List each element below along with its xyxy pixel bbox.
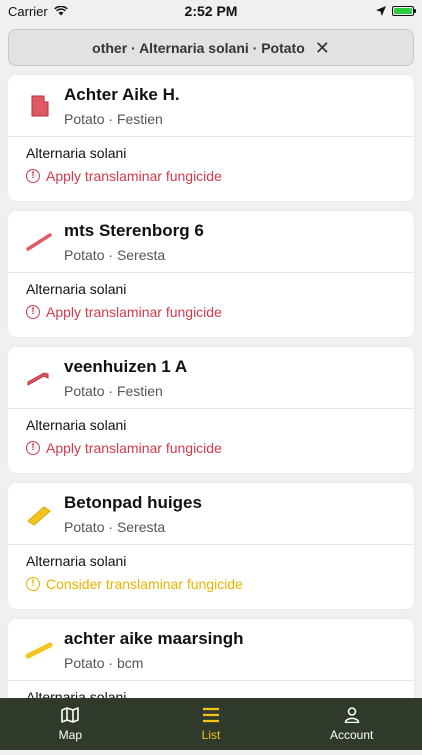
advice-text: Apply translaminar fungicide [46,440,222,456]
field-crop: Potato [64,518,105,535]
separator-dot: · [108,518,117,535]
field-variety: Seresta [116,246,166,263]
field-card-body: Alternaria solani ! Consider translamina… [8,545,414,600]
field-crop: Potato [64,246,105,263]
tab-label: Account [330,727,374,742]
field-card-body: Alternaria solani ! Apply translaminar f… [8,137,414,192]
field-name: Betonpad huiges [64,492,202,512]
field-variety: Seresta [116,518,166,535]
field-crop-variety: Potato · Festien [64,383,187,399]
field-list[interactable]: Achter Aike H. Potato · Festien Alternar… [8,75,414,755]
status-time: 2:52 PM [184,3,238,19]
field-card[interactable]: veenhuizen 1 A Potato · Festien Alternar… [8,347,414,473]
field-shape-icon [24,227,54,257]
disease-name: Alternaria solani [26,417,127,433]
wifi-icon [53,6,68,16]
separator-dot: · [108,382,117,399]
field-info: Betonpad huiges Potato · Seresta [64,493,202,535]
separator-dot: · [108,110,117,127]
tab-label: Map [58,727,82,742]
field-info: achter aike maarsingh Potato · bcm [64,629,244,671]
field-shape-icon [24,363,54,393]
status-bar: Carrier 2:52 PM [0,0,422,22]
field-card-header: Achter Aike H. Potato · Festien [8,75,414,137]
disease-name: Alternaria solani [26,145,127,161]
field-card[interactable]: mts Sterenborg 6 Potato · Seresta Altern… [8,211,414,337]
status-left: Carrier [8,4,148,19]
field-crop-variety: Potato · bcm [64,655,244,671]
field-name: mts Sterenborg 6 [64,220,204,240]
field-info: Achter Aike H. Potato · Festien [64,85,180,127]
field-card-body: Alternaria solani ! Apply translaminar f… [8,273,414,328]
location-arrow-icon [375,6,386,16]
field-shape-icon [24,91,54,121]
disease-name: Alternaria solani [26,553,127,569]
alert-icon: ! [26,169,40,183]
alert-icon: ! [26,305,40,319]
tab-label: List [201,727,221,742]
carrier-label: Carrier [8,3,48,19]
field-name: veenhuizen 1 A [64,356,188,376]
advice-text: Consider translaminar fungicide [46,576,243,592]
advice-row: ! Apply translaminar fungicide [26,304,396,320]
advice-row: ! Apply translaminar fungicide [26,440,396,456]
separator-dot: · [108,246,117,263]
field-card[interactable]: Achter Aike H. Potato · Festien Alternar… [8,75,414,201]
tab-map[interactable]: Map [0,698,141,750]
advice-row: ! Consider translaminar fungicide [26,576,396,592]
advice-row: ! Apply translaminar fungicide [26,168,396,184]
close-icon[interactable]: ✕ [315,39,330,57]
map-icon [61,706,80,726]
field-crop-variety: Potato · Seresta [64,519,202,535]
filter-chip[interactable]: other · Alternaria solani · Potato ✕ [8,29,414,66]
field-variety: Festien [116,110,163,127]
field-name: achter aike maarsingh [64,628,244,648]
alert-icon: ! [26,441,40,455]
disease-name: Alternaria solani [26,281,127,297]
battery-icon [391,6,416,16]
status-right [274,6,416,16]
account-icon [344,706,360,726]
field-crop: Potato [64,654,105,671]
tab-bar: Map List Account [0,698,422,750]
advice-text: Apply translaminar fungicide [46,304,222,320]
list-icon [202,707,220,726]
field-crop: Potato [64,382,105,399]
field-card[interactable]: Betonpad huiges Potato · Seresta Alterna… [8,483,414,609]
field-card-header: veenhuizen 1 A Potato · Festien [8,347,414,409]
field-crop: Potato [64,110,105,127]
field-info: mts Sterenborg 6 Potato · Seresta [64,221,204,263]
field-crop-variety: Potato · Seresta [64,247,204,263]
tab-account[interactable]: Account [281,698,422,750]
field-variety: bcm [116,654,144,671]
field-info: veenhuizen 1 A Potato · Festien [64,357,187,399]
field-card-body: Alternaria solani ! Apply translaminar f… [8,409,414,464]
field-card-header: achter aike maarsingh Potato · bcm [8,619,414,681]
battery-level [393,8,412,14]
field-card-header: Betonpad huiges Potato · Seresta [8,483,414,545]
alert-icon: ! [26,577,40,591]
advice-text: Apply translaminar fungicide [46,168,222,184]
field-shape-icon [24,635,54,665]
field-shape-icon [24,499,54,529]
field-card-header: mts Sterenborg 6 Potato · Seresta [8,211,414,273]
separator-dot: · [108,654,117,671]
field-variety: Festien [116,382,163,399]
field-name: Achter Aike H. [64,84,180,104]
filter-label: other · Alternaria solani · Potato [92,39,305,56]
tab-list[interactable]: List [141,698,282,750]
field-crop-variety: Potato · Festien [64,111,180,127]
